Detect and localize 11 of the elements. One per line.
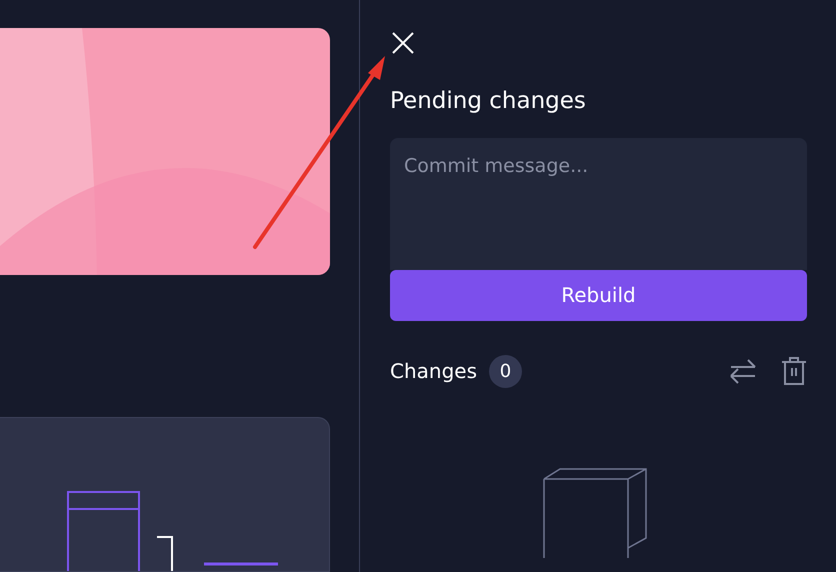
trash-icon [781,356,807,386]
delete-button[interactable] [781,356,807,386]
rebuild-button[interactable]: Rebuild [390,270,807,321]
changes-count: 0 [489,354,522,388]
commit-message-field[interactable]: Commit message... [390,138,807,270]
swap-arrows-icon [729,358,757,384]
close-button[interactable] [390,30,416,56]
swap-button[interactable] [729,358,757,384]
panel-title: Pending changes [390,88,587,116]
changes-label: Changes [390,358,477,386]
close-icon [392,32,414,54]
